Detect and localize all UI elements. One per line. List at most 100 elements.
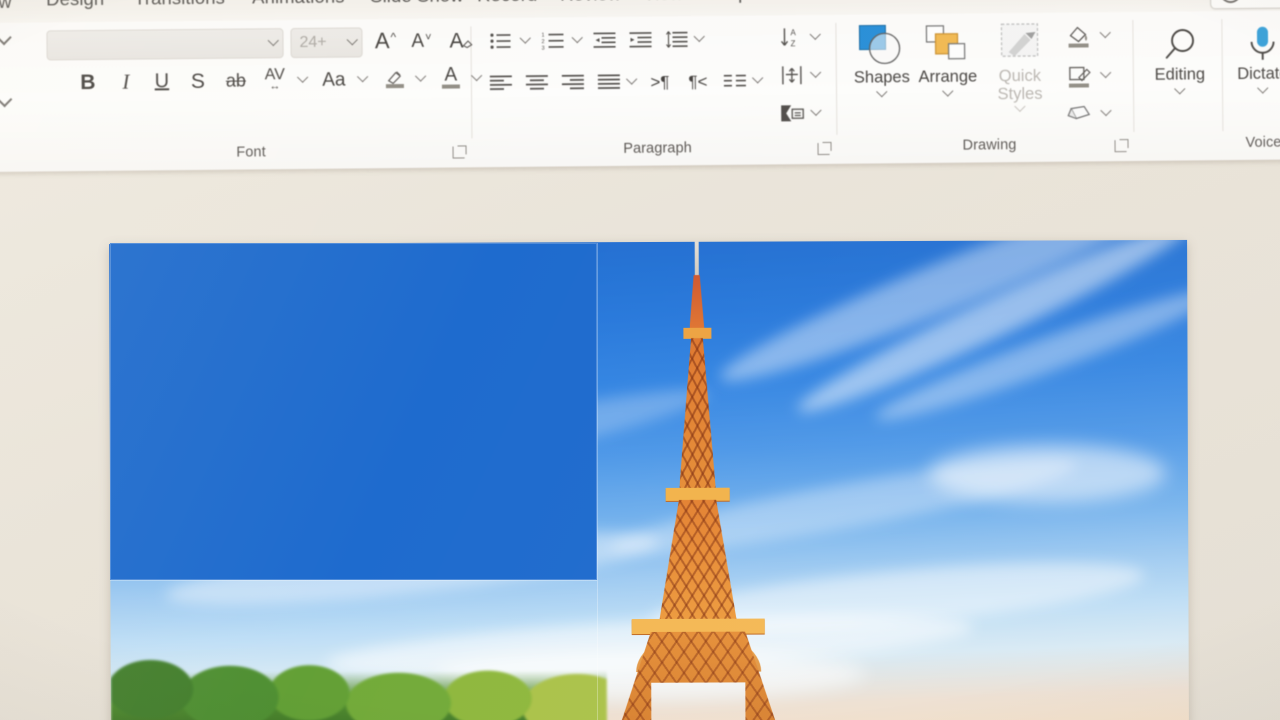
tab-record[interactable]: Record: [477, 0, 537, 6]
change-case-menu[interactable]: [355, 65, 371, 93]
chevron-down-icon[interactable]: [850, 86, 914, 98]
tab-view[interactable]: View: [643, 0, 683, 5]
chevron-down-icon[interactable]: [916, 85, 980, 97]
font-name-value: [48, 43, 265, 45]
svg-text:3: 3: [542, 46, 545, 50]
text-shadow-button[interactable]: S: [185, 67, 211, 95]
shape-effects-menu[interactable]: [1098, 100, 1114, 126]
sort-button[interactable]: AZ: [776, 23, 806, 51]
drag-guide-vertical: [597, 243, 598, 720]
shape-effects-button[interactable]: [1062, 100, 1096, 126]
tab-review[interactable]: Review: [560, 0, 621, 6]
columns-button[interactable]: [721, 68, 749, 94]
increase-indent-button[interactable]: [626, 27, 654, 53]
align-text-button[interactable]: [777, 61, 807, 89]
svg-text:1: 1: [541, 33, 544, 39]
clear-all-formatting-button[interactable]: A: [446, 26, 476, 54]
text-highlight-color-button[interactable]: [381, 63, 409, 93]
columns-menu[interactable]: [751, 68, 765, 94]
text-highlight-color-menu[interactable]: [413, 65, 429, 93]
group-label-drawing: Drawing: [962, 137, 1017, 154]
align-center-button[interactable]: [523, 70, 551, 96]
character-spacing-button[interactable]: AV ↔: [259, 64, 291, 94]
text-direction-button[interactable]: >¶: [645, 68, 675, 94]
tab-design[interactable]: Design: [46, 0, 104, 10]
ribbon-group-font: Font 24+ A ^ A ˅ A B I U S ab AV ↔ Aa A: [28, 18, 483, 171]
powerpoint-window: Draw Design Transitions Animations Slide…: [0, 0, 1280, 720]
dictate-button[interactable]: Dictate: [1230, 22, 1280, 94]
convert-to-smartart-menu[interactable]: [809, 99, 823, 127]
ribbon: Draw Design Transitions Animations Slide…: [0, 0, 1280, 180]
ribbon-groups: Font 24+ A ^ A ˅ A B I U S ab AV ↔ Aa A …: [0, 10, 1280, 172]
change-case-button[interactable]: Aa: [317, 66, 351, 94]
slide-canvas-area[interactable]: [0, 160, 1280, 720]
decrease-indent-button[interactable]: [590, 27, 618, 53]
font-name-input[interactable]: [46, 28, 284, 61]
font-size-value: 24+: [299, 33, 327, 52]
group-label-font: Font: [236, 144, 266, 161]
paragraph-dialog-launcher[interactable]: [817, 142, 830, 156]
chevron-down-icon[interactable]: [1231, 82, 1280, 94]
ribbon-overflow-down-icon[interactable]: [0, 91, 15, 113]
shape-outline-button[interactable]: [1062, 60, 1096, 90]
shapes-button[interactable]: Shapes: [849, 20, 914, 98]
chevron-down-icon[interactable]: [343, 34, 361, 47]
line-spacing-button[interactable]: [662, 26, 690, 52]
justify-button[interactable]: [595, 69, 623, 95]
align-right-button[interactable]: [559, 69, 587, 95]
tab-slide-show[interactable]: Slide Show: [370, 0, 464, 7]
increase-font-size-button[interactable]: A ^: [370, 27, 400, 55]
ribbon-overflow-up-icon[interactable]: [0, 29, 15, 51]
chevron-down-icon[interactable]: [984, 100, 1056, 113]
arrange-button[interactable]: Arrange: [915, 19, 980, 97]
ribbon-group-voice: Voice Dictate: [1222, 10, 1280, 160]
arrange-icon: [915, 21, 979, 68]
shape-fill-menu[interactable]: [1097, 22, 1113, 48]
shape-outline-menu[interactable]: [1098, 62, 1114, 88]
tab-animations[interactable]: Animations: [252, 0, 345, 8]
quick-styles-button[interactable]: Quick Styles: [983, 19, 1056, 113]
underline-button[interactable]: U: [149, 67, 175, 95]
tab-draw[interactable]: Draw: [0, 0, 12, 13]
numbering-menu[interactable]: [570, 27, 584, 53]
convert-to-smartart-button[interactable]: [777, 99, 807, 127]
align-text-menu[interactable]: [809, 61, 823, 89]
line-spacing-menu[interactable]: [692, 26, 706, 52]
quick-styles-icon: [983, 21, 1055, 68]
chevron-down-icon[interactable]: [1148, 83, 1212, 95]
decrease-font-size-button[interactable]: A ˅: [406, 27, 436, 55]
trees: [110, 621, 607, 720]
sort-menu[interactable]: [808, 23, 822, 51]
ribbon-group-drawing: Drawing Shapes Arrange Quick Styles: [843, 12, 1135, 164]
font-color-button[interactable]: A: [437, 62, 465, 92]
svg-text:Z: Z: [791, 39, 796, 48]
tab-transitions[interactable]: Transitions: [134, 0, 225, 10]
chevron-down-icon[interactable]: [264, 35, 282, 47]
bullets-menu[interactable]: [518, 28, 532, 54]
magnifier-icon: [1147, 25, 1211, 66]
font-dialog-launcher[interactable]: [452, 146, 465, 159]
justify-menu[interactable]: [625, 69, 639, 95]
shape-fill-button[interactable]: [1061, 20, 1095, 50]
font-size-input[interactable]: 24+: [290, 27, 363, 59]
strikethrough-button[interactable]: ab: [221, 66, 251, 94]
italic-button[interactable]: I: [113, 68, 139, 96]
bold-button[interactable]: B: [75, 68, 101, 96]
drawing-dialog-launcher[interactable]: [1114, 140, 1127, 153]
character-spacing-menu[interactable]: [295, 66, 311, 94]
shapes-icon: [849, 22, 913, 69]
bullets-button[interactable]: [486, 28, 514, 54]
tab-help[interactable]: Help: [710, 0, 749, 4]
shape-being-drawn[interactable]: [110, 243, 597, 580]
group-label-paragraph: Paragraph: [623, 140, 692, 157]
rtl-direction-button[interactable]: ¶<: [683, 68, 713, 94]
align-left-button[interactable]: [487, 70, 515, 96]
ribbon-group-paragraph: Paragraph 123 >¶ ¶< A Z: [476, 15, 838, 167]
editing-button[interactable]: Editing: [1147, 23, 1212, 95]
numbering-button[interactable]: 123: [538, 27, 568, 53]
svg-text:A: A: [790, 28, 796, 37]
microphone-icon: [1230, 24, 1280, 65]
arrange-label: Arrange: [918, 67, 978, 87]
record-button[interactable]: Re: [1209, 0, 1280, 10]
record-circle-icon: [1219, 0, 1242, 3]
